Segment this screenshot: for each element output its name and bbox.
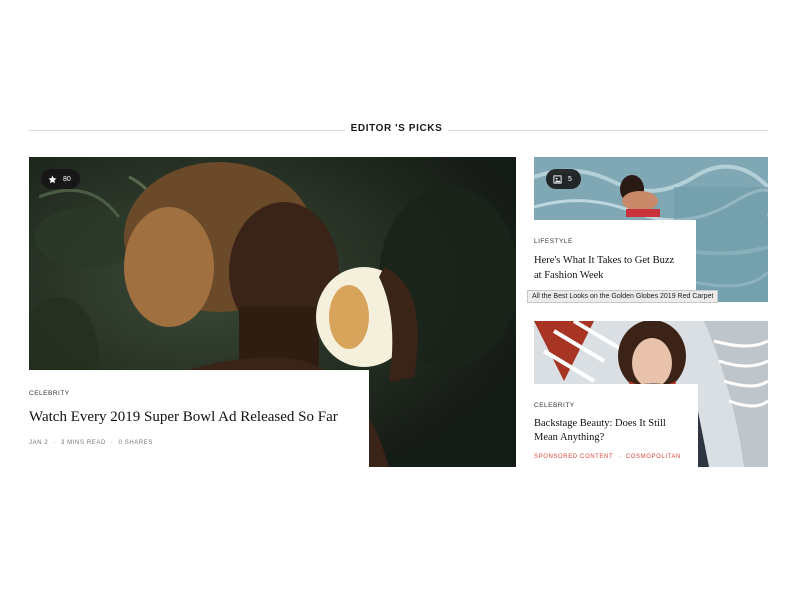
article-category[interactable]: CELEBRITY [534, 402, 698, 409]
featured-rating-badge[interactable]: 80 [41, 169, 80, 189]
article-sponsor-meta: SPONSORED CONTENT · COSMOPOLITAN [534, 454, 698, 460]
article-shares: 0 SHARES [118, 440, 153, 446]
star-icon [48, 175, 57, 183]
separator-dot: · [53, 440, 56, 446]
featured-text-panel: CELEBRITY Watch Every 2019 Super Bowl Ad… [29, 370, 369, 467]
section-title: EDITOR 'S PICKS [350, 123, 443, 134]
publisher-label[interactable]: COSMOPOLITAN [626, 454, 681, 460]
side-article-card-bottom[interactable]: CELEBRITY Backstage Beauty: Does It Stil… [534, 321, 768, 467]
featured-article-card[interactable]: 80 CELEBRITY Watch Every 2019 Super Bowl… [29, 157, 516, 467]
divider-left [29, 130, 345, 131]
separator-dot: · [110, 440, 114, 446]
gallery-icon [553, 174, 562, 184]
article-meta: JAN 2 · 3 MINS READ · 0 SHARES [29, 440, 369, 446]
article-headline[interactable]: Watch Every 2019 Super Bowl Ad Released … [29, 406, 349, 428]
side-text-panel-bottom: CELEBRITY Backstage Beauty: Does It Stil… [534, 384, 698, 467]
article-category[interactable]: LIFESTYLE [534, 238, 696, 245]
badge-count: 5 [568, 175, 572, 183]
separator-dot: · [618, 454, 621, 460]
divider-right [448, 130, 768, 131]
section-header: EDITOR 'S PICKS [29, 122, 768, 138]
link-tooltip: All the Best Looks on the Golden Globes … [527, 290, 719, 303]
article-read-time: 3 MINS READ [60, 440, 106, 446]
sponsored-label[interactable]: SPONSORED CONTENT [534, 454, 613, 460]
badge-count: 80 [63, 175, 71, 183]
article-headline[interactable]: Backstage Beauty: Does It Still Mean Any… [534, 417, 684, 445]
article-headline[interactable]: Here's What It Takes to Get Buzz at Fash… [534, 253, 684, 283]
gallery-count-badge[interactable]: 5 [546, 169, 581, 189]
side-article-card-top[interactable]: 5 LIFESTYLE Here's What It Takes to Get … [534, 157, 768, 302]
article-date: JAN 2 [29, 440, 49, 446]
article-category[interactable]: CELEBRITY [29, 390, 369, 397]
